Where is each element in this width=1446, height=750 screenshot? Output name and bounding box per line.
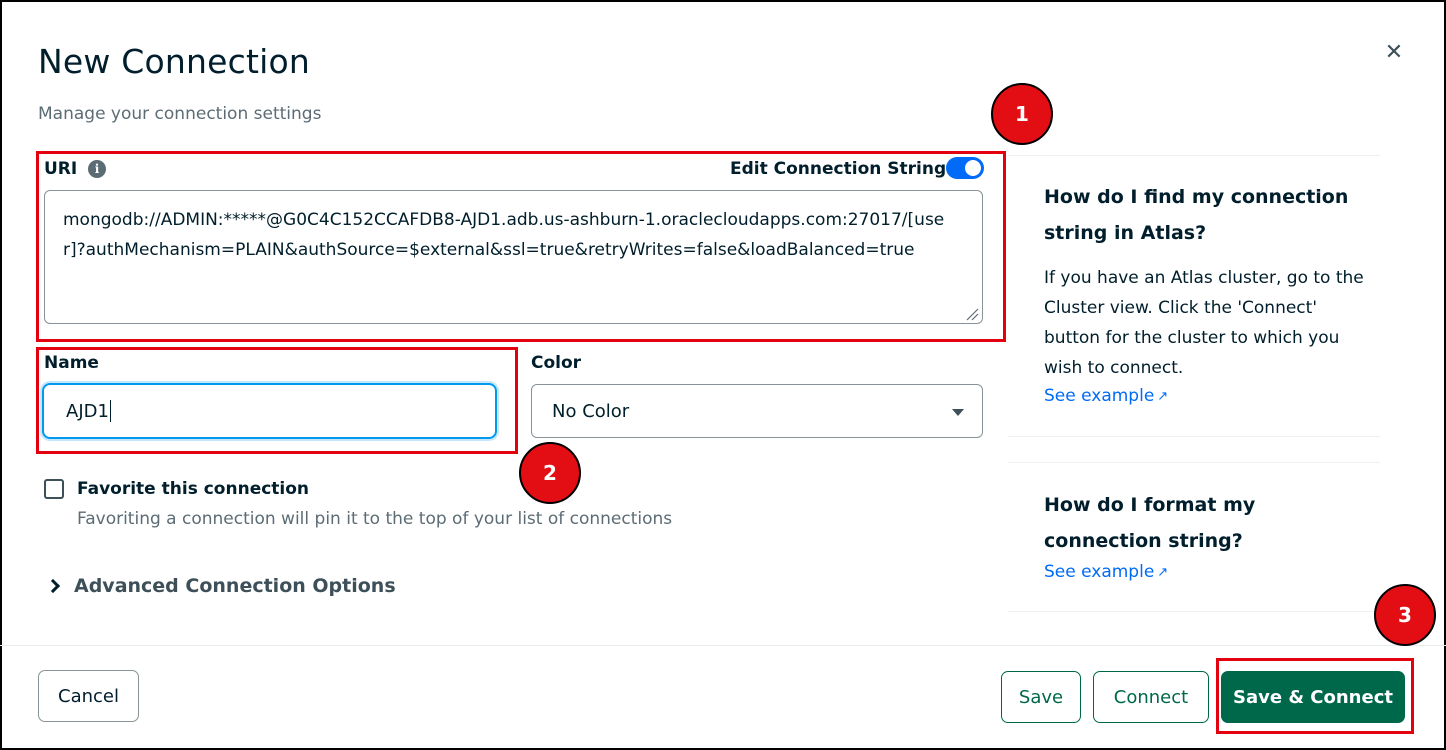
close-icon[interactable]: ✕ xyxy=(1380,38,1408,66)
connect-button[interactable]: Connect xyxy=(1093,671,1209,723)
name-input[interactable]: AJD1 xyxy=(42,383,497,439)
save-and-connect-button[interactable]: Save & Connect xyxy=(1221,671,1405,723)
help-text-find: If you have an Atlas cluster, go to the … xyxy=(1044,268,1364,378)
external-link-icon: ↗ xyxy=(1157,564,1169,580)
color-label: Color xyxy=(531,353,582,373)
help-title-find: How do I find my connection string in At… xyxy=(1044,186,1349,244)
favorite-checkbox[interactable] xyxy=(44,479,64,499)
see-example-label-1: See example xyxy=(1044,386,1155,406)
color-select-value: No Color xyxy=(552,400,630,422)
see-example-link-1[interactable]: See example ↗ xyxy=(1044,386,1168,406)
uri-label: URI xyxy=(44,159,78,179)
toggle-knob xyxy=(965,160,981,176)
name-input-value: AJD1 xyxy=(66,400,109,422)
edit-connection-string-toggle[interactable] xyxy=(946,157,984,179)
favorite-description: Favoriting a connection will pin it to t… xyxy=(77,509,673,529)
favorite-label[interactable]: Favorite this connection xyxy=(77,479,309,499)
help-title-format: How do I format my connection string? xyxy=(1044,494,1256,552)
external-link-icon: ↗ xyxy=(1157,388,1169,404)
annotation-badge-1: 1 xyxy=(991,83,1053,145)
caret-down-icon xyxy=(952,409,964,416)
annotation-badge-2: 2 xyxy=(519,442,581,504)
advanced-options-label: Advanced Connection Options xyxy=(74,575,396,597)
color-select[interactable]: No Color xyxy=(531,384,983,438)
cancel-button[interactable]: Cancel xyxy=(38,670,139,722)
modal-subtitle: Manage your connection settings xyxy=(38,104,322,124)
edit-connection-string-label: Edit Connection String xyxy=(730,159,947,179)
chevron-right-icon xyxy=(45,578,61,594)
see-example-link-2[interactable]: See example ↗ xyxy=(1044,562,1168,582)
advanced-options-toggle[interactable]: Advanced Connection Options xyxy=(45,575,396,597)
footer-divider xyxy=(0,645,1446,646)
uri-textarea[interactable]: mongodb://ADMIN:*****@G0C4C152CCAFDB8-AJ… xyxy=(44,190,983,324)
resize-grip-icon[interactable] xyxy=(965,307,979,321)
annotation-badge-3: 3 xyxy=(1374,584,1436,646)
save-button[interactable]: Save xyxy=(1001,671,1081,723)
modal-title: New Connection xyxy=(38,42,310,81)
see-example-label-2: See example xyxy=(1044,562,1155,582)
name-label: Name xyxy=(44,353,99,373)
info-icon[interactable]: i xyxy=(88,160,106,178)
